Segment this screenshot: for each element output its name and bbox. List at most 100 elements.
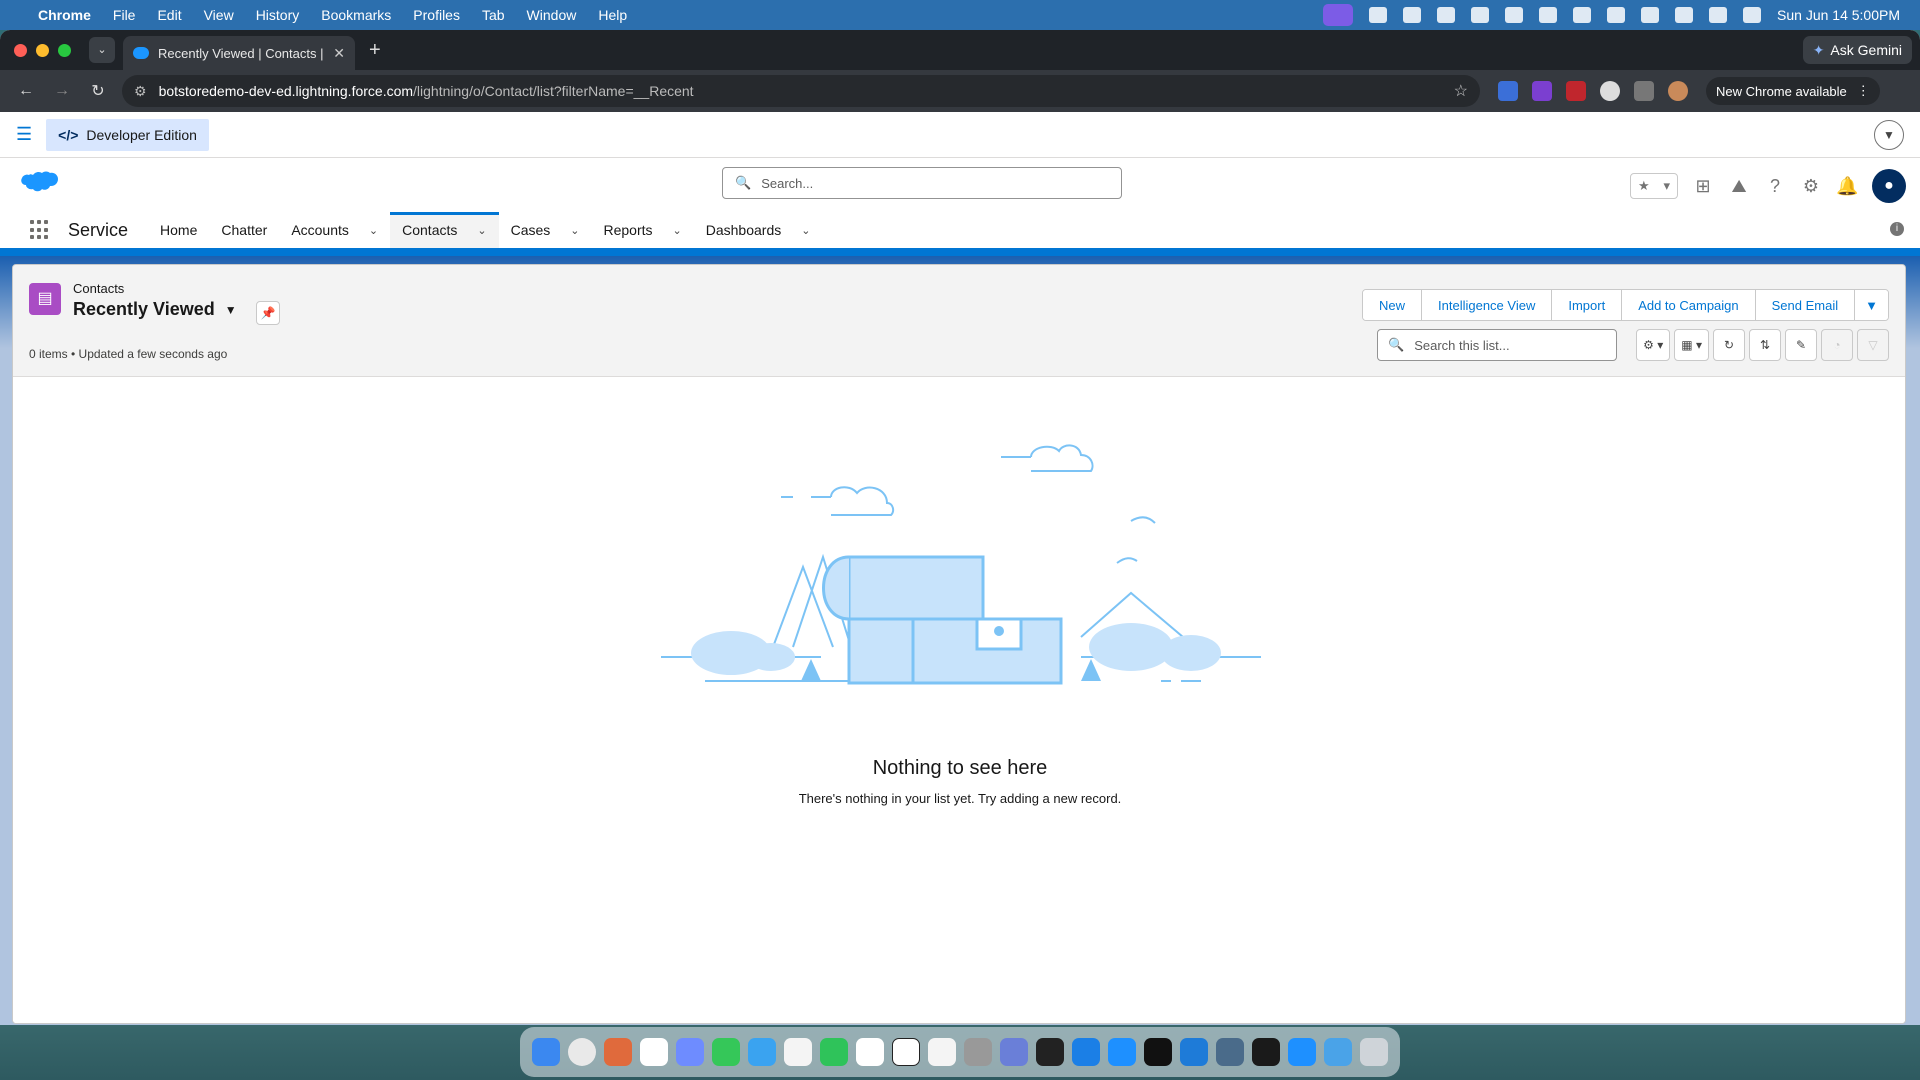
app-icon[interactable] xyxy=(1036,1038,1064,1066)
url-text[interactable]: botstoredemo-dev-ed.lightning.force.com/… xyxy=(159,83,1454,99)
extensions-puzzle-icon[interactable] xyxy=(1634,81,1654,101)
terminal-icon[interactable] xyxy=(1144,1038,1172,1066)
app-store-2-icon[interactable] xyxy=(1288,1038,1316,1066)
new-tab-button[interactable]: + xyxy=(369,39,381,62)
minimize-window-button[interactable] xyxy=(36,43,49,57)
more-actions-chevron-down-icon[interactable]: ▼ xyxy=(1855,290,1888,320)
menu-app-name[interactable]: Chrome xyxy=(38,7,91,23)
nav-tab-contacts[interactable]: Contacts ⌄ xyxy=(390,212,499,248)
favorites-button[interactable]: ★ ▾ xyxy=(1630,173,1678,199)
extension-3-icon[interactable] xyxy=(1566,81,1586,101)
play-icon[interactable] xyxy=(1607,7,1626,23)
screen-mirror-icon[interactable] xyxy=(1323,4,1354,26)
notion-icon[interactable] xyxy=(892,1038,920,1066)
calendar-icon[interactable] xyxy=(856,1038,884,1066)
global-search-input[interactable]: 🔍 Search... xyxy=(722,167,1122,199)
shield-icon[interactable] xyxy=(1505,7,1524,23)
chevron-down-icon[interactable]: ⌄ xyxy=(477,224,486,237)
forward-icon[interactable]: → xyxy=(52,82,72,100)
menu-edit[interactable]: Edit xyxy=(157,7,181,23)
gemini-app-icon[interactable] xyxy=(640,1038,668,1066)
info-icon[interactable]: i xyxy=(1890,222,1904,236)
salesforce-logo[interactable] xyxy=(16,170,58,200)
edit-pencil-icon[interactable]: ✎ xyxy=(1785,329,1817,361)
address-bar[interactable]: ⚙ botstoredemo-dev-ed.lightning.force.co… xyxy=(122,75,1480,107)
activity-monitor-icon[interactable] xyxy=(1252,1038,1280,1066)
list-search-input[interactable]: 🔍 Search this list... xyxy=(1377,329,1617,361)
menu-profiles[interactable]: Profiles xyxy=(413,7,460,23)
profile-avatar[interactable] xyxy=(1668,81,1688,101)
clip-icon[interactable] xyxy=(1539,7,1558,23)
menu-history[interactable]: History xyxy=(256,7,300,23)
app-store-icon[interactable] xyxy=(1108,1038,1136,1066)
setup-gear-icon[interactable]: ⚙ xyxy=(1800,175,1822,197)
preview-icon[interactable] xyxy=(1000,1038,1028,1066)
maps-icon[interactable] xyxy=(748,1038,776,1066)
nav-tab-chatter[interactable]: Chatter xyxy=(209,212,279,248)
chevron-down-icon[interactable]: ⌄ xyxy=(570,224,579,237)
finder-icon[interactable] xyxy=(532,1038,560,1066)
add-to-campaign-button[interactable]: Add to Campaign xyxy=(1622,290,1756,320)
app-bot-icon[interactable] xyxy=(1216,1038,1244,1066)
spotlight-search-icon[interactable] xyxy=(1675,7,1694,23)
nav-tab-reports[interactable]: Reports ⌄ xyxy=(592,212,694,248)
intelligence-view-button[interactable]: Intelligence View xyxy=(1422,290,1553,320)
reload-icon[interactable]: ↻ xyxy=(88,81,108,101)
close-window-button[interactable] xyxy=(14,43,27,57)
user-avatar[interactable]: ● xyxy=(1872,169,1906,203)
app-status-icon[interactable] xyxy=(1369,7,1388,23)
downloads-folder-icon[interactable] xyxy=(1324,1038,1352,1066)
site-info-icon[interactable]: ⚙ xyxy=(134,83,147,100)
extension-1-icon[interactable] xyxy=(1498,81,1518,101)
star-icon[interactable] xyxy=(1437,7,1456,23)
list-settings-gear-icon[interactable]: ⚙ ▾ xyxy=(1636,329,1671,361)
nav-tab-home[interactable]: Home xyxy=(148,212,209,248)
bookmark-star-icon[interactable]: ☆ xyxy=(1454,81,1468,101)
spark-icon[interactable] xyxy=(1573,7,1592,23)
extension-4-icon[interactable] xyxy=(1600,81,1620,101)
new-button[interactable]: New xyxy=(1363,290,1423,320)
chevron-down-circle-icon[interactable]: ▼ xyxy=(1874,120,1904,150)
trailhead-icon[interactable]: ⛰ xyxy=(1728,175,1750,197)
bag-icon[interactable] xyxy=(1471,7,1490,23)
nav-tab-dashboards[interactable]: Dashboards ⌄ xyxy=(694,212,823,248)
caret-down-icon[interactable]: ▼ xyxy=(225,303,237,317)
nav-tab-cases[interactable]: Cases ⌄ xyxy=(499,212,592,248)
menu-file[interactable]: File xyxy=(113,7,136,23)
control-center-icon[interactable] xyxy=(1709,7,1728,23)
chevron-down-icon[interactable]: ⌄ xyxy=(801,224,810,237)
sparkle-icon[interactable] xyxy=(1403,7,1422,23)
chrome-icon[interactable] xyxy=(568,1038,596,1066)
notes-app-icon[interactable] xyxy=(676,1038,704,1066)
pin-list-view-button[interactable]: 📌 xyxy=(256,301,280,325)
send-email-button[interactable]: Send Email xyxy=(1755,290,1856,320)
menu-view[interactable]: View xyxy=(204,7,234,23)
display-as-table-icon[interactable]: ▦ ▾ xyxy=(1674,329,1709,361)
list-view-picker[interactable]: Recently Viewed ▼ xyxy=(73,299,237,320)
import-button[interactable]: Import xyxy=(1552,290,1623,320)
developer-edition-chip[interactable]: </> Developer Edition xyxy=(46,118,209,151)
vscode-icon[interactable] xyxy=(1180,1038,1208,1066)
notifications-bell-icon[interactable]: 🔔 xyxy=(1836,175,1858,197)
menu-window[interactable]: Window xyxy=(527,7,577,23)
help-icon[interactable]: ? xyxy=(1764,175,1786,197)
messages-icon[interactable] xyxy=(712,1038,740,1066)
new-chrome-available-button[interactable]: New Chrome available ⋮ xyxy=(1706,77,1880,105)
ask-gemini-button[interactable]: ✦ Ask Gemini xyxy=(1802,36,1912,64)
extension-2-icon[interactable] xyxy=(1532,81,1552,101)
windows-app-icon[interactable] xyxy=(1072,1038,1100,1066)
maximize-window-button[interactable] xyxy=(58,43,71,57)
sort-icon[interactable]: ⇅ xyxy=(1749,329,1781,361)
claude-icon[interactable] xyxy=(604,1038,632,1066)
kebab-menu-icon[interactable]: ⋮ xyxy=(1857,83,1870,99)
tab-search-button[interactable]: ⌄ xyxy=(89,37,115,63)
menu-help[interactable]: Help xyxy=(598,7,627,23)
system-settings-icon[interactable] xyxy=(964,1038,992,1066)
menu-tab[interactable]: Tab xyxy=(482,7,505,23)
wifi-icon[interactable] xyxy=(1641,7,1660,23)
close-tab-icon[interactable]: ✕ xyxy=(333,45,345,62)
chevron-down-icon[interactable]: ⌄ xyxy=(369,224,378,237)
hamburger-menu-icon[interactable]: ☰ xyxy=(16,124,32,145)
refresh-icon[interactable]: ↻ xyxy=(1713,329,1745,361)
browser-tab[interactable]: Recently Viewed | Contacts | ✕ xyxy=(123,36,355,70)
